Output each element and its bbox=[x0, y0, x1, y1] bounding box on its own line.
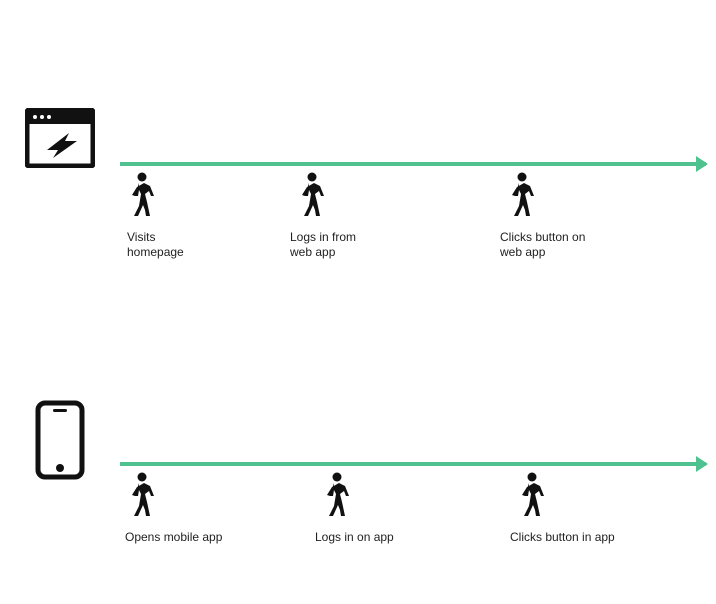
web-desc-0: Visits homepage bbox=[127, 230, 184, 260]
browser-icon bbox=[25, 108, 95, 173]
web-timeline bbox=[120, 162, 706, 166]
web-desc-3: Clicks button on web app bbox=[500, 230, 585, 260]
mobile-timeline bbox=[120, 462, 706, 466]
web-desc-2: Logs in from web app bbox=[290, 230, 356, 260]
mobile-desc-2: Logs in on app bbox=[315, 530, 394, 545]
mobile-desc-0: Opens mobile app bbox=[125, 530, 222, 545]
phone-icon bbox=[35, 400, 85, 485]
mobile-desc-3: Clicks button in app bbox=[510, 530, 615, 545]
